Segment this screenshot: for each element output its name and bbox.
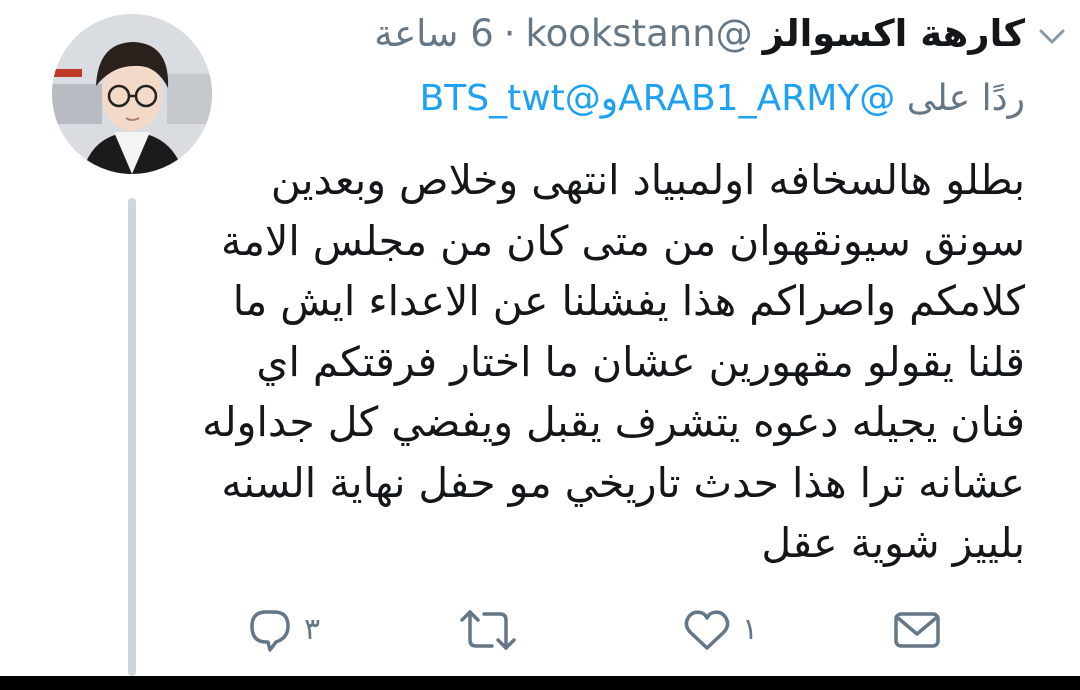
tweet-header: كارهة اكسوالز @kookstann · 6 ساعة — [374, 10, 1025, 58]
envelope-icon — [894, 612, 940, 648]
like-button[interactable]: ١ — [682, 600, 758, 660]
chevron-down-icon[interactable] — [1034, 18, 1070, 54]
tweet-text-line: عشانه ترا هذا حدث تاريخي مو حفل نهاية ال… — [221, 458, 1025, 507]
bottom-edge — [0, 676, 1080, 690]
user-handle[interactable]: @kookstann — [526, 10, 753, 58]
replying-to-label: ردًا على — [906, 78, 1025, 119]
tweet-text: بطلو هالسخافه اولمبياد انتهى وخلاص وبعدي… — [202, 150, 1025, 574]
like-count: ١ — [742, 612, 759, 647]
tweet-timestamp[interactable]: 6 ساعة — [374, 10, 494, 58]
reply-button[interactable]: ٣ — [246, 600, 320, 660]
direct-message-button[interactable] — [892, 600, 942, 660]
avatar-image — [52, 14, 212, 174]
tweet-text-line: قلنا يقولو مقهورين عشان ما اختار فرقتكم … — [256, 337, 1025, 386]
tweet-text-line: سونق سيونقهوان من متى كان من مجلس الامة — [221, 216, 1025, 265]
tweet-text-line: فنان يجيله دعوه يتشرف يقبل ويفضي كل جداو… — [202, 398, 1025, 446]
tweet-text-line: كلامكم واصراكم هذا يفشلنا عن الاعداء ايش… — [232, 277, 1025, 325]
mention-bts-twt[interactable]: @BTS_twt — [420, 78, 601, 119]
tweet-text-line: بطلو هالسخافه اولمبياد انتهى وخلاص وبعدي… — [270, 156, 1025, 204]
retweet-button[interactable] — [458, 600, 528, 660]
reply-icon — [250, 610, 290, 652]
tweet-text-line: بلييز شوية عقل — [761, 519, 1025, 567]
avatar[interactable] — [52, 14, 212, 174]
heart-icon — [684, 610, 730, 650]
mention-arab1-army[interactable]: @ARAB1_ARMY — [618, 78, 895, 119]
tweet-actions: ٣ ١ — [0, 600, 1080, 670]
replying-to: ردًا على @ARAB1_ARMYو@BTS_twt — [420, 74, 1025, 124]
retweet-icon — [460, 610, 516, 650]
display-name[interactable]: كارهة اكسوالز — [763, 10, 1025, 58]
separator-dot: · — [503, 12, 516, 55]
reply-count: ٣ — [304, 612, 321, 647]
mention-connector: و — [600, 78, 619, 119]
